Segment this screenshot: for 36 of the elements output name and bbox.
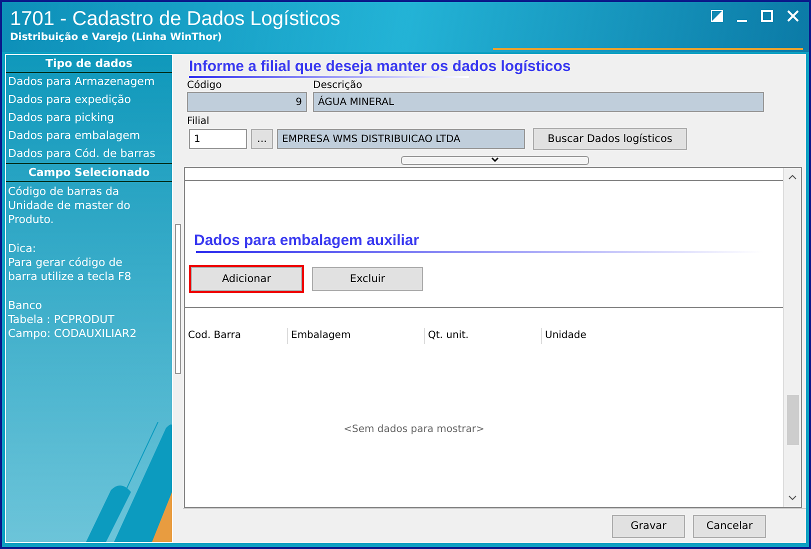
field-info-text: Código de barras da Unidade de master do Produto. [7, 184, 132, 228]
chevron-down-icon [490, 157, 498, 163]
column-header[interactable]: Cod. Barra [185, 328, 287, 344]
empty-message: <Sem dados para mostrar> [342, 424, 486, 435]
add-button[interactable]: Adicionar [191, 267, 302, 291]
code-field: 9 [187, 92, 307, 112]
sidebar-heading: Campo Selecionado [6, 163, 172, 182]
branch-input[interactable]: 1 [189, 129, 247, 149]
scroll-up-icon[interactable] [788, 174, 797, 180]
restore-icon[interactable] [711, 10, 723, 22]
section-heading: Dados para embalagem auxiliar [194, 232, 420, 249]
lookup-button[interactable]: ... [251, 129, 273, 149]
window-title: 1701 - Cadastro de Dados Logísticos [10, 8, 342, 31]
window-subtitle: Distribuição e Varejo (Linha WinThor) [10, 32, 223, 43]
delete-button[interactable]: Excluir [312, 267, 423, 291]
save-button[interactable]: Gravar [612, 514, 685, 538]
field-info-text: Banco Tabela : PCPRODUT Campo: CODAUXILIAR2 [7, 298, 138, 342]
column-header[interactable]: Unidade [541, 328, 661, 344]
splitter-handle[interactable] [175, 224, 181, 374]
cancel-button[interactable]: Cancelar [693, 514, 766, 538]
field-label: Descrição [313, 80, 364, 91]
column-header[interactable]: Qt. unit. [424, 328, 541, 344]
collapse-handle[interactable] [400, 156, 588, 165]
column-header[interactable]: Embalagem [287, 328, 424, 344]
scrollbar[interactable] [783, 168, 801, 507]
field-label: Código [187, 80, 223, 91]
search-button[interactable]: Buscar Dados logísticos [533, 128, 687, 150]
scroll-down-icon[interactable] [788, 495, 797, 501]
description-field: ÁGUA MINERAL [313, 92, 764, 112]
form-heading: Informe a filial que deseja manter os dados logísticos [188, 58, 572, 75]
maximize-icon[interactable] [761, 10, 773, 22]
field-label: Filial [187, 116, 210, 127]
scroll-thumb[interactable] [786, 395, 798, 445]
field-info-text: Dica: Para gerar código de barra utilize a tecla F8 [7, 241, 132, 285]
close-icon[interactable] [787, 10, 799, 22]
branch-name-field: EMPRESA WMS DISTRIBUICAO LTDA [277, 129, 525, 149]
